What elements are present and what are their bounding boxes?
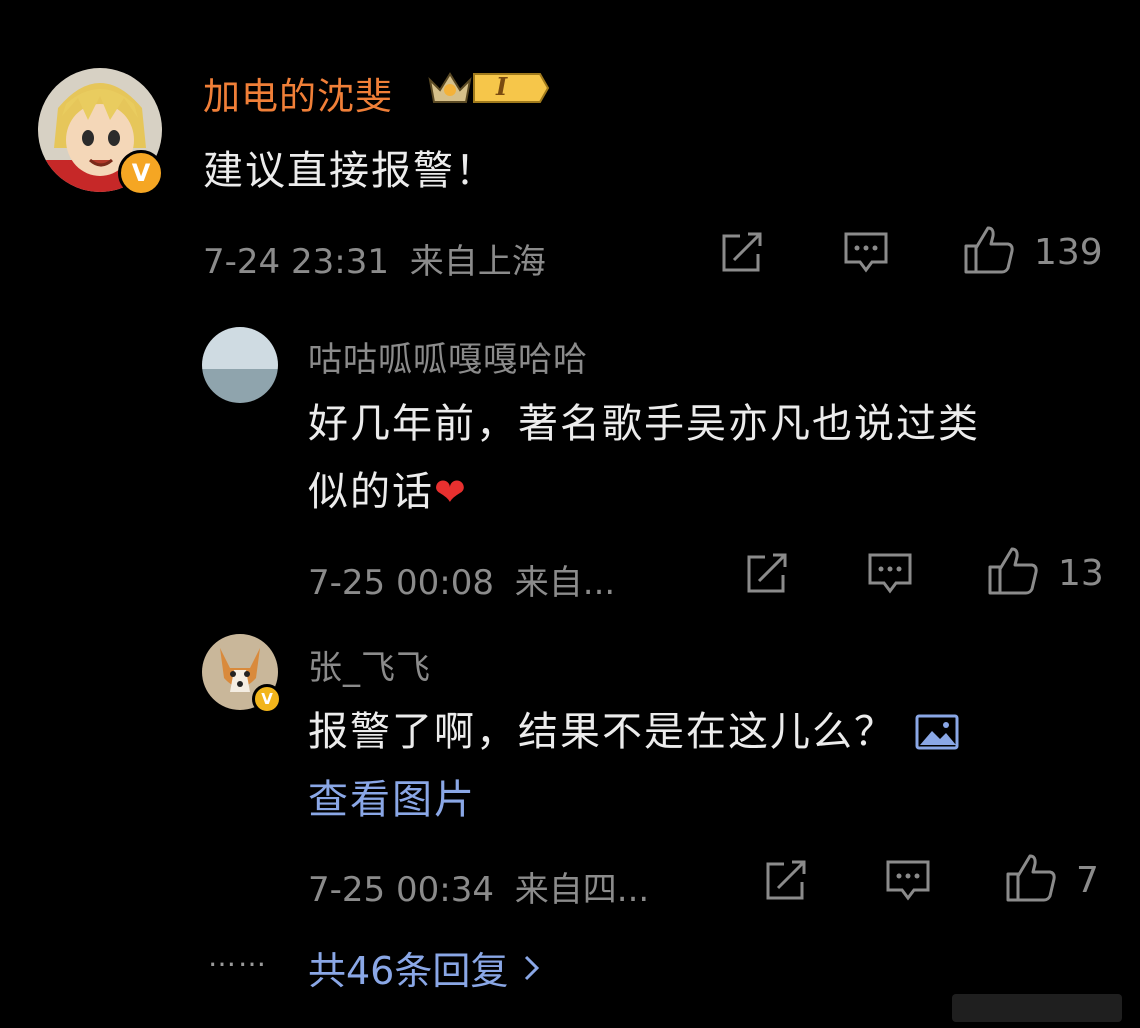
like-count: 7 [1076, 860, 1099, 901]
comment-icon [868, 553, 912, 594]
reply-location: 来自... [514, 563, 616, 603]
reply-time: 7-25 00:08 [308, 563, 494, 603]
watermark [952, 994, 1122, 1022]
reply-text-continued: 似的话 [308, 469, 434, 515]
reply-author-name[interactable]: 张_飞飞 [308, 640, 431, 689]
comment-icon [844, 232, 888, 273]
reply-button[interactable] [842, 230, 890, 274]
comment-location: 来自上海 [409, 242, 546, 282]
sea-avatar-image [202, 327, 278, 403]
verified-badge: V [252, 684, 282, 714]
comment-icon [886, 860, 930, 901]
comment-text: 建议直接报警！ [203, 148, 497, 194]
reply-avatar[interactable] [202, 327, 278, 403]
comment-author-name[interactable]: 加电的沈斐 [203, 66, 393, 120]
reply-text: 好几年前，著名歌手吴亦凡也说过类 似的话❤ [308, 390, 1108, 526]
share-button[interactable] [762, 858, 810, 902]
reply-text: 报警了啊，结果不是在这儿么？ 查看图片 [308, 698, 1108, 834]
image-icon[interactable] [914, 713, 960, 751]
reply-location: 来自四... [514, 870, 650, 910]
more-ellipsis: …… [208, 940, 268, 973]
view-all-replies-link[interactable]: 共46条回复 [308, 940, 542, 995]
rank-level: I [496, 72, 508, 101]
crown-icon [428, 72, 550, 103]
crown-rank-badge: I [424, 66, 550, 110]
comment-time: 7-24 23:31 [203, 242, 389, 282]
view-image-link[interactable]: 查看图片 [308, 766, 1108, 834]
author-avatar[interactable]: V [38, 68, 164, 196]
share-icon [747, 553, 787, 593]
thumbs-up-icon [1006, 854, 1056, 902]
share-icon [766, 860, 806, 900]
thumbs-up-icon [964, 226, 1014, 274]
share-button[interactable] [743, 551, 791, 595]
like-button[interactable] [986, 545, 1040, 597]
reply-meta: 7-25 00:34 来自四... [308, 862, 649, 911]
like-count: 139 [1034, 232, 1103, 273]
reply-author-name[interactable]: 咕咕呱呱嘎嘎哈哈 [308, 332, 588, 381]
reply-text-line: 好几年前，著名歌手吴亦凡也说过类 [308, 401, 980, 447]
reply-button[interactable] [884, 858, 932, 902]
reply-text-line: 报警了啊，结果不是在这儿么？ [308, 698, 1108, 766]
share-button[interactable] [718, 230, 766, 274]
heart-emoji-icon: ❤ [434, 470, 468, 514]
reply-button[interactable] [866, 551, 914, 595]
reply-meta: 7-25 00:08 来自... [308, 555, 615, 604]
thumbs-up-icon [988, 547, 1038, 595]
comment-meta: 7-24 23:31 来自上海 [203, 234, 546, 283]
like-button[interactable] [1004, 852, 1058, 904]
reply-text-line: 似的话❤ [308, 458, 1108, 526]
share-icon [722, 232, 762, 272]
like-count: 13 [1058, 553, 1104, 594]
reply-text-content: 报警了啊，结果不是在这儿么？ [308, 709, 896, 755]
reply-time: 7-25 00:34 [308, 870, 494, 910]
chevron-right-icon [525, 955, 540, 980]
like-button[interactable] [962, 224, 1016, 276]
total-replies-label: 共46条回复 [308, 949, 509, 993]
verified-badge: V [118, 150, 164, 196]
reply-avatar[interactable]: V [202, 634, 282, 714]
